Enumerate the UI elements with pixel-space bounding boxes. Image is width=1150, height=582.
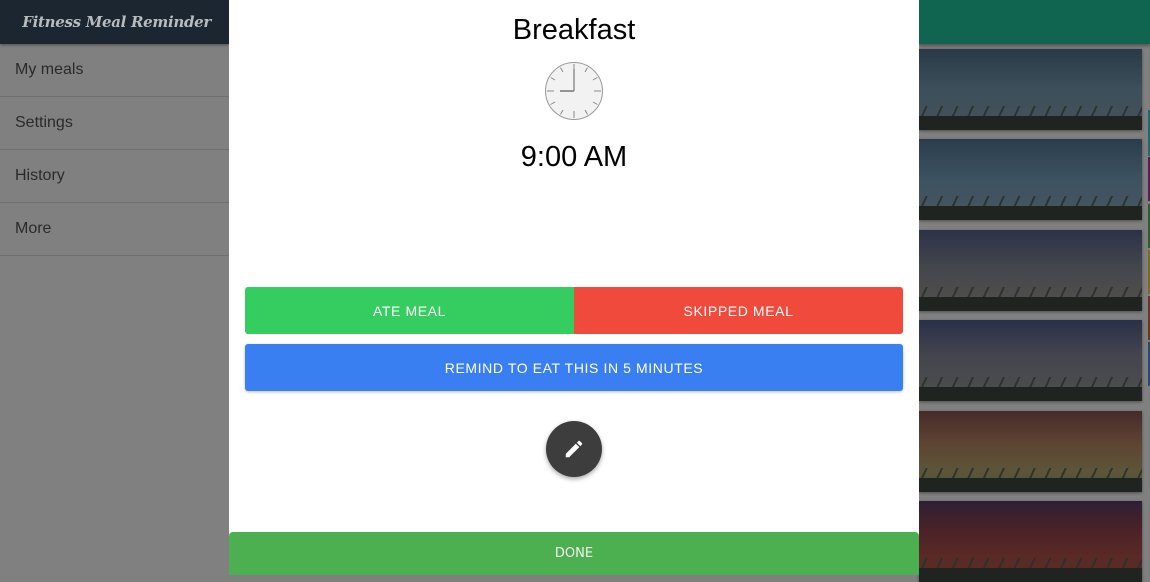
- meal-card-image[interactable]: [919, 501, 1142, 582]
- sidebar-item-my-meals[interactable]: My meals: [0, 44, 229, 97]
- app-title: Fitness Meal Reminder: [22, 13, 211, 31]
- meal-card-image[interactable]: [919, 230, 1142, 311]
- meal-card-image[interactable]: [919, 49, 1142, 130]
- meal-reminder-dialog: Breakfast 9:00 AM ATE MEAL SKIPPED MEAL …: [229, 0, 919, 575]
- sidebar-item-settings[interactable]: Settings: [0, 97, 229, 150]
- edit-meal-button[interactable]: [546, 421, 602, 477]
- background-meal-list: [919, 0, 1150, 582]
- sidebar-item-label: More: [15, 220, 52, 237]
- ate-meal-button[interactable]: ATE MEAL: [245, 287, 574, 334]
- done-button[interactable]: DONE: [229, 532, 919, 575]
- meal-card-image[interactable]: [919, 139, 1142, 220]
- meal-name: Breakfast: [512, 14, 636, 46]
- meal-card-image[interactable]: [919, 320, 1142, 401]
- sidebar-item-label: My meals: [15, 61, 84, 78]
- sidebar: Fitness Meal Reminder My meals Settings …: [0, 0, 229, 575]
- remind-later-button[interactable]: REMIND TO EAT THIS IN 5 MINUTES: [245, 344, 903, 391]
- skipped-meal-button[interactable]: SKIPPED MEAL: [574, 287, 903, 334]
- meal-time: 9:00 AM: [520, 141, 628, 173]
- sidebar-item-more[interactable]: More: [0, 203, 229, 256]
- pencil-icon: [565, 440, 583, 458]
- sidebar-item-label: Settings: [15, 114, 73, 131]
- sidebar-header: Fitness Meal Reminder: [0, 0, 229, 44]
- clock-icon: [545, 62, 603, 120]
- main-header-bar: [919, 0, 1150, 44]
- meal-card-image[interactable]: [919, 411, 1142, 492]
- sidebar-item-label: History: [15, 167, 65, 184]
- sidebar-item-history[interactable]: History: [0, 150, 229, 203]
